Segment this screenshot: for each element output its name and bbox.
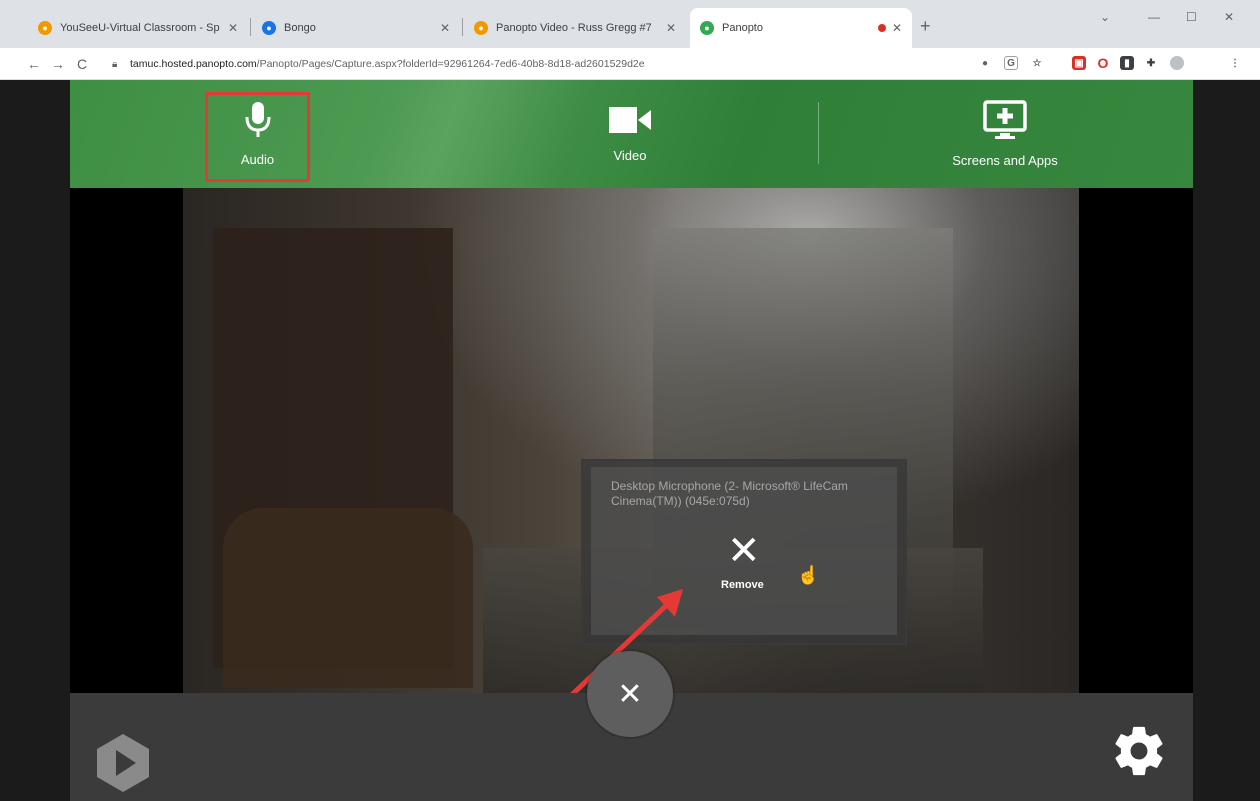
extensions-puzzle-icon[interactable]: ✚ — [1144, 56, 1158, 70]
new-tab-button[interactable]: + — [920, 16, 931, 37]
panopto-capture-page: Audio Video Screens and Apps Desktop Mic… — [0, 80, 1260, 801]
extension-red-icon[interactable]: ▣ — [1072, 56, 1086, 70]
extension-square-icon[interactable]: ▮ — [1120, 56, 1134, 70]
screens-source-button[interactable]: Screens and Apps — [920, 80, 1090, 188]
video-preview: Desktop Microphone (2- Microsoft® LifeCa… — [183, 188, 1079, 708]
close-icon: ✕ — [617, 677, 643, 711]
stop-close-button[interactable]: ✕ — [587, 651, 673, 737]
maximize-button[interactable]: ☐ — [1186, 10, 1197, 24]
screens-label: Screens and Apps — [952, 153, 1058, 168]
video-source-button[interactable]: Video — [550, 80, 710, 188]
reload-icon[interactable]: C — [70, 56, 94, 72]
tab-close-icon[interactable]: ✕ — [228, 21, 238, 35]
tab-title: Panopto — [722, 22, 763, 34]
address-bar[interactable]: 🔒︎ tamuc.hosted.panopto.com /Panopto/Pag… — [112, 52, 962, 76]
tab-title: Panopto Video - Russ Gregg #7 — [496, 22, 652, 34]
bookmark-star-icon[interactable]: ☆ — [1030, 56, 1044, 70]
tab-title: Bongo — [284, 22, 316, 34]
browser-menu-icon[interactable]: ⋮ — [1228, 56, 1242, 70]
tab-panopto-video[interactable]: ● Panopto Video - Russ Gregg #7 ✕ — [464, 8, 686, 48]
lock-icon: 🔒︎ — [112, 59, 118, 70]
minimize-button[interactable]: — — [1148, 10, 1160, 24]
tab-close-icon[interactable]: ✕ — [666, 21, 676, 35]
panopto-green-favicon-icon: ● — [700, 21, 714, 35]
translate-icon[interactable]: G — [1004, 56, 1018, 70]
tab-search-icon[interactable]: ⌄ — [1100, 10, 1110, 24]
source-divider — [818, 102, 819, 164]
recording-indicator-icon — [877, 24, 886, 32]
forward-icon[interactable]: → — [46, 56, 70, 72]
video-label: Video — [613, 148, 647, 163]
audio-device-name: Desktop Microphone (2- Microsoft® LifeCa… — [611, 479, 848, 508]
profile-avatar-icon[interactable] — [1170, 56, 1184, 70]
tab-close-icon[interactable]: ✕ — [440, 21, 450, 35]
screen-add-icon — [983, 100, 1027, 143]
tab-close-icon[interactable]: ✕ — [892, 21, 902, 35]
back-icon[interactable]: ← — [22, 56, 46, 72]
opera-icon[interactable]: O — [1096, 55, 1110, 71]
remove-device-icon[interactable]: ✕ — [727, 531, 761, 571]
yousee-u-favicon-icon: ● — [38, 21, 52, 35]
browser-toolbar: ← → C 🔒︎ tamuc.hosted.panopto.com /Panop… — [0, 48, 1260, 80]
bongo-favicon-icon: ● — [262, 21, 276, 35]
capture-area: Audio Video Screens and Apps Desktop Mic… — [70, 80, 1193, 801]
remove-device-button[interactable]: Remove — [721, 579, 764, 591]
hand-cursor-icon: ☝ — [797, 565, 820, 585]
audio-highlight-box — [205, 92, 310, 182]
url-host: tamuc.hosted.panopto.com — [130, 58, 257, 70]
video-scene-chair — [223, 508, 473, 688]
panopto-favicon-icon: ● — [474, 21, 488, 35]
url-path: /Panopto/Pages/Capture.aspx?folderId=929… — [256, 58, 645, 70]
tab-title: YouSeeU-Virtual Classroom - Sp — [60, 22, 220, 34]
tab-bongo[interactable]: ● Bongo ✕ — [252, 8, 460, 48]
camera-icon — [608, 105, 652, 138]
tab-yousee-u[interactable]: ● YouSeeU-Virtual Classroom - Sp ✕ — [28, 8, 248, 48]
key-icon[interactable]: ● — [978, 56, 992, 70]
panopto-logo-icon[interactable] — [94, 732, 152, 794]
tab-panopto-active[interactable]: ● Panopto ✕ — [690, 8, 912, 48]
settings-gear-icon[interactable] — [1110, 722, 1168, 780]
source-selector-bar: Audio Video Screens and Apps — [70, 80, 1193, 188]
browser-tab-strip: ● YouSeeU-Virtual Classroom - Sp ✕ ● Bon… — [0, 0, 1260, 48]
window-close-button[interactable]: ✕ — [1224, 10, 1234, 24]
